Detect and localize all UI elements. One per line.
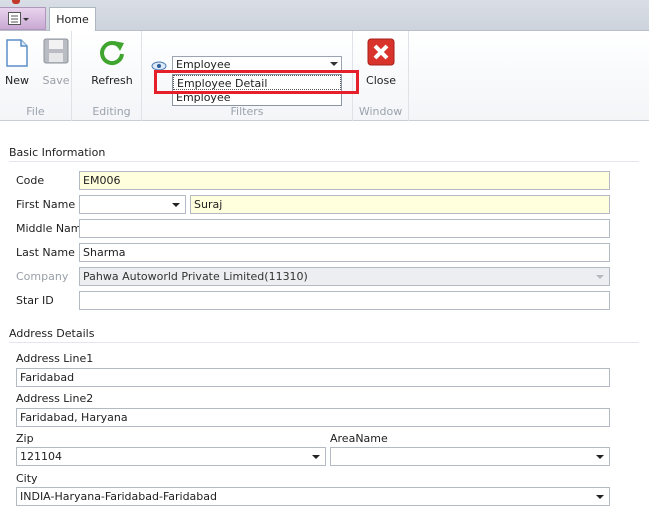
address-line2-field[interactable]: Faridabad, Haryana xyxy=(16,408,610,427)
window-close-dot[interactable] xyxy=(12,0,20,4)
last-name-label: Last Name xyxy=(16,246,75,259)
salutation-select[interactable] xyxy=(79,195,186,214)
chevron-down-icon xyxy=(596,275,604,279)
close-icon xyxy=(367,38,395,66)
address-line1-value: Faridabad xyxy=(20,371,75,384)
company-value: Pahwa Autoworld Private Limited(11310) xyxy=(83,270,308,283)
middle-name-label: Middle Name xyxy=(16,222,89,235)
editing-group-label: Editing xyxy=(92,105,131,118)
save-disk-icon xyxy=(43,38,69,64)
editing-group: Refresh Editing xyxy=(82,31,142,121)
chevron-down-icon[interactable] xyxy=(596,455,604,459)
star-id-label: Star ID xyxy=(16,294,54,307)
refresh-label: Refresh xyxy=(91,74,133,87)
first-name-value: Suraj xyxy=(194,198,223,211)
address-line2-label: Address Line2 xyxy=(16,392,94,405)
address-title: Address Details xyxy=(9,327,95,340)
filters-group-label: Filters xyxy=(230,105,264,118)
address-line2-value: Faridabad, Haryana xyxy=(20,411,128,424)
file-group: New Save File xyxy=(0,31,72,121)
last-name-value: Sharma xyxy=(83,246,126,259)
chevron-down-icon[interactable] xyxy=(312,455,320,459)
ribbon-tab-bar: Home xyxy=(0,0,649,32)
save-label: Save xyxy=(42,74,70,87)
company-label: Company xyxy=(16,270,69,283)
first-name-label: First Name xyxy=(16,198,76,211)
code-field[interactable]: EM006 xyxy=(79,171,610,190)
last-name-field[interactable]: Sharma xyxy=(79,243,610,262)
city-value: INDIA-Haryana-Faridabad-Faridabad xyxy=(20,490,218,503)
area-name-label: AreaName xyxy=(330,432,388,445)
area-name-select[interactable] xyxy=(330,447,610,466)
zip-label: Zip xyxy=(16,432,34,445)
address-line1-label: Address Line1 xyxy=(16,352,94,365)
city-select[interactable]: INDIA-Haryana-Faridabad-Faridabad xyxy=(16,487,610,506)
basic-info-title: Basic Information xyxy=(9,146,106,159)
save-button[interactable]: Save xyxy=(33,34,79,90)
middle-name-field[interactable] xyxy=(79,219,610,238)
new-document-icon xyxy=(6,39,28,67)
window-group-label: Window xyxy=(358,105,403,118)
window-group: Close Window xyxy=(353,31,409,121)
close-label: Close xyxy=(366,74,396,87)
zip-select[interactable]: 121104 xyxy=(16,447,326,466)
city-label: City xyxy=(16,472,38,485)
file-group-label: File xyxy=(26,105,45,118)
first-name-field[interactable]: Suraj xyxy=(190,195,610,214)
code-value: EM006 xyxy=(83,174,121,187)
chevron-down-icon[interactable] xyxy=(596,495,604,499)
application-menu-button[interactable] xyxy=(0,7,46,30)
refresh-icon xyxy=(100,41,124,66)
basic-info-divider xyxy=(9,161,639,162)
code-label: Code xyxy=(16,174,45,187)
chevron-down-icon[interactable] xyxy=(330,62,338,66)
highlight-box xyxy=(154,70,359,94)
zip-value: 121104 xyxy=(20,450,62,463)
company-select[interactable]: Pahwa Autoworld Private Limited(11310) xyxy=(79,267,610,286)
chevron-down-icon[interactable] xyxy=(172,203,180,207)
star-id-field[interactable] xyxy=(79,291,610,310)
close-button[interactable]: Close xyxy=(358,34,404,90)
address-divider xyxy=(9,342,639,343)
tab-home[interactable]: Home xyxy=(49,7,96,32)
menu-icon xyxy=(8,12,29,25)
address-line1-field[interactable]: Faridabad xyxy=(16,368,610,387)
refresh-button[interactable]: Refresh xyxy=(89,34,135,90)
